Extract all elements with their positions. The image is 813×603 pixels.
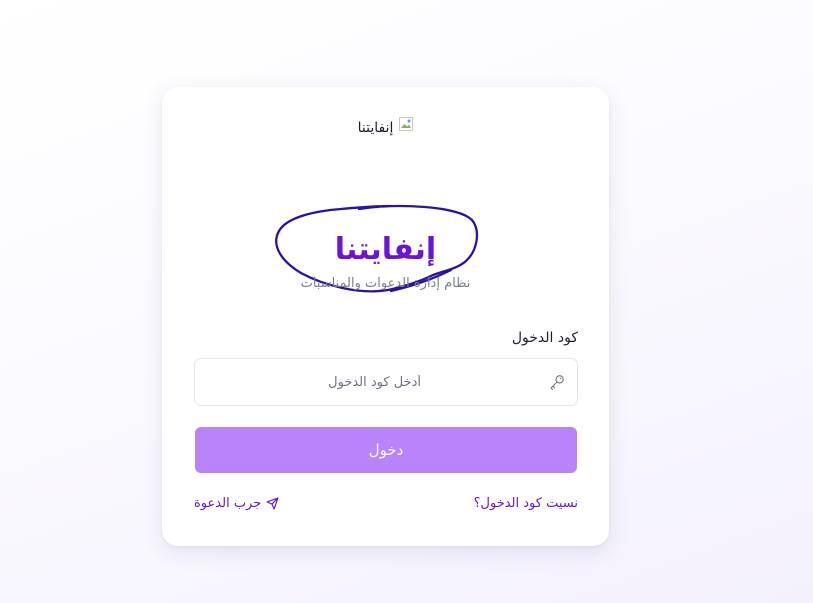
try-invite-link[interactable]: جرب الدعوة — [194, 496, 279, 511]
send-icon — [266, 497, 279, 510]
logo-row: إنفايتنا — [162, 117, 609, 136]
login-code-label: كود الدخول — [511, 330, 578, 346]
login-card: إنفايتنا إنفايتنا نظام إدارة الدعوات وال… — [162, 87, 609, 546]
try-invite-label: جرب الدعوة — [194, 496, 262, 511]
login-code-input[interactable] — [195, 359, 577, 405]
key-icon — [550, 375, 564, 391]
logo-alt-text: إنفايتنا — [357, 120, 394, 136]
login-code-field[interactable] — [194, 358, 578, 406]
login-button-label: دخول — [368, 441, 404, 459]
login-button[interactable]: دخول — [195, 427, 577, 473]
brand-subtitle: نظام إدارة الدعوات والمناسبات — [300, 276, 471, 291]
broken-image-icon — [399, 117, 414, 131]
forgot-code-link[interactable]: نسيت كود الدخول؟ — [474, 496, 578, 511]
brand-title: إنفايتنا — [334, 232, 437, 267]
